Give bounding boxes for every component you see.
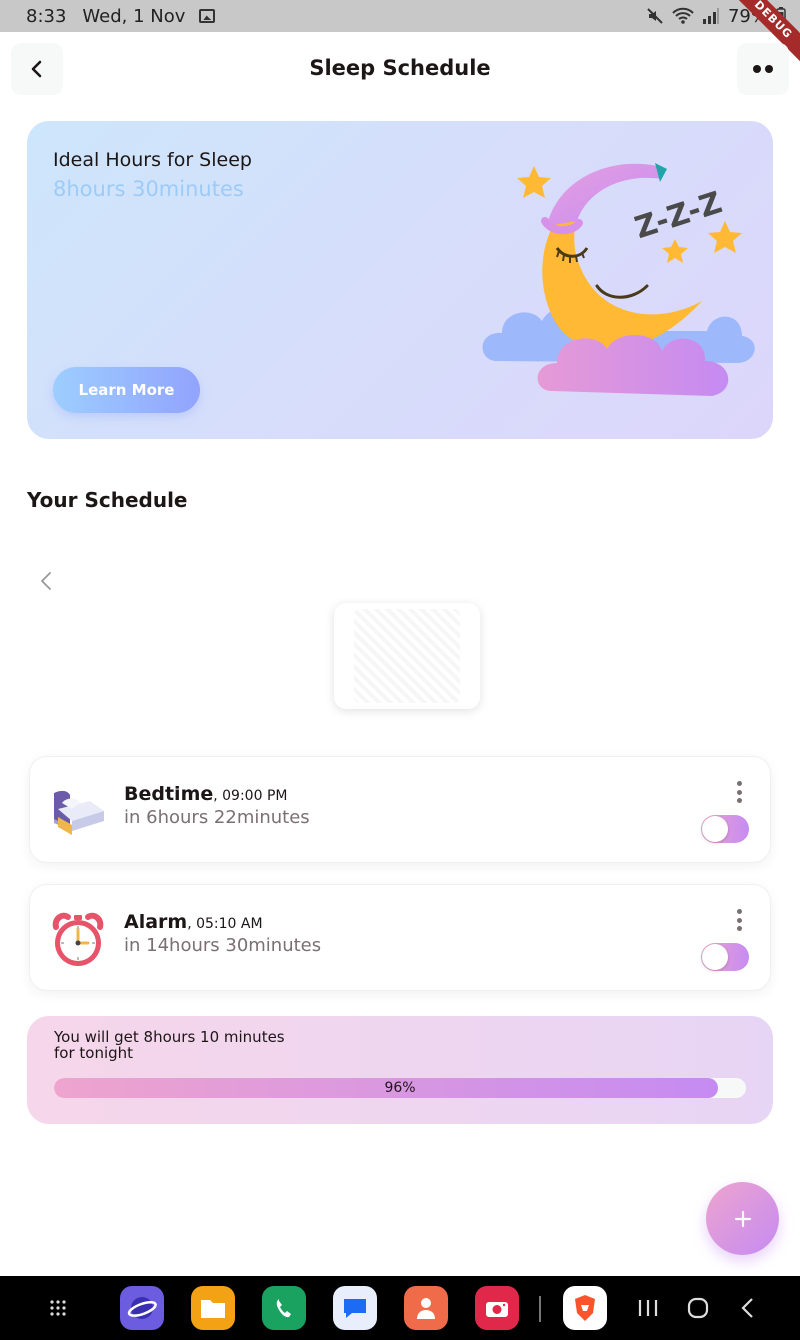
kebab-dot <box>736 917 742 923</box>
ideal-sleep-title: Ideal Hours for Sleep <box>53 149 252 171</box>
app-root: 8:33 Wed, 1 Nov 79% DEBUG Sleep Schedule… <box>0 0 800 1340</box>
kebab-dot <box>736 798 742 803</box>
sleeping-moon-illustration: Z-Z-Z <box>482 163 755 396</box>
apps-grid-button[interactable] <box>36 1286 80 1330</box>
kebab-dot <box>736 781 742 786</box>
two-dots-icon <box>753 65 773 73</box>
toggle-knob <box>702 816 728 842</box>
schedule-item-bedtime[interactable]: Bedtime, 09:00 PM in 6hours 22minutes <box>29 756 771 863</box>
learn-more-button[interactable]: Learn More <box>53 367 200 413</box>
gallery-notification-icon <box>199 9 216 23</box>
brave-browser-icon <box>575 1295 595 1321</box>
phone-app[interactable] <box>262 1286 306 1330</box>
ideal-sleep-banner: Ideal Hours for Sleep 8hours 30minutes L… <box>27 121 773 439</box>
home-icon <box>687 1297 709 1319</box>
status-time: 8:33 <box>26 5 67 27</box>
toggle-knob <box>702 944 728 970</box>
tonight-line-2: for tonight <box>54 1044 134 1062</box>
signal-icon <box>702 8 719 24</box>
navbar-separator <box>539 1296 541 1322</box>
contacts-app[interactable] <box>404 1286 448 1330</box>
sleep-progress-bar: 96% <box>54 1078 746 1098</box>
alarm-name: Alarm <box>124 911 188 933</box>
status-bar: 8:33 Wed, 1 Nov 79% DEBUG <box>0 0 800 66</box>
brave-browser-app[interactable] <box>563 1286 607 1330</box>
bedtime-toggle[interactable] <box>701 815 749 843</box>
bedtime-name: Bedtime <box>124 783 214 805</box>
recents-icon <box>638 1300 658 1316</box>
alarm-time: , 05:10 AM <box>187 916 263 932</box>
tonight-summary-card: You will get 8hours 10 minutes for tonig… <box>27 1016 773 1124</box>
kebab-dot <box>736 789 742 795</box>
more-options-button[interactable] <box>737 43 789 95</box>
status-date: Wed, 1 Nov <box>82 5 186 27</box>
samsung-internet-icon <box>127 1297 157 1319</box>
app-header: Sleep Schedule <box>0 42 800 98</box>
wifi-icon <box>672 7 694 24</box>
schedule-section-title: Your Schedule <box>27 488 188 512</box>
kebab-dot <box>736 909 742 914</box>
my-files-icon <box>201 1300 225 1318</box>
home-button[interactable] <box>676 1286 720 1330</box>
messages-app[interactable] <box>333 1286 377 1330</box>
apps-grid-icon <box>50 1300 66 1316</box>
alarm-label: Alarm, 05:10 AM <box>124 911 263 933</box>
camera-app[interactable] <box>475 1286 519 1330</box>
alarm-clock-icon <box>52 912 104 966</box>
samsung-internet-app[interactable] <box>120 1286 164 1330</box>
schedule-item-alarm[interactable]: Alarm, 05:10 AM in 14hours 30minutes <box>29 884 771 991</box>
calendar-day-placeholder <box>354 609 460 703</box>
bedtime-time: , 09:00 PM <box>213 788 288 804</box>
ideal-sleep-value: 8hours 30minutes <box>53 177 244 201</box>
bedtime-countdown: in 6hours 22minutes <box>124 807 310 828</box>
kebab-dot <box>736 926 742 931</box>
system-navigation-bar <box>0 1276 800 1340</box>
alarm-menu-button[interactable] <box>734 909 744 931</box>
calendar-day-card[interactable] <box>334 603 480 709</box>
recents-button[interactable] <box>626 1286 670 1330</box>
bedtime-menu-button[interactable] <box>734 781 744 803</box>
bedtime-label: Bedtime, 09:00 PM <box>124 783 287 805</box>
page-title: Sleep Schedule <box>309 56 491 80</box>
my-files-app[interactable] <box>191 1286 235 1330</box>
contacts-icon <box>417 1298 435 1319</box>
sleep-progress-label: 96% <box>384 1080 416 1096</box>
add-schedule-button[interactable] <box>706 1182 779 1255</box>
system-back-button[interactable] <box>726 1286 770 1330</box>
chevron-left-icon <box>41 572 51 590</box>
back-icon <box>741 1298 753 1318</box>
messages-icon <box>344 1299 366 1318</box>
alarm-countdown: in 14hours 30minutes <box>124 935 322 956</box>
bed-icon <box>54 790 104 835</box>
alarm-toggle[interactable] <box>701 943 749 971</box>
camera-icon <box>486 1302 508 1317</box>
zzz-text: Z-Z-Z <box>631 185 727 246</box>
phone-icon <box>276 1299 291 1318</box>
calendar-prev-button[interactable] <box>32 566 60 596</box>
plus-icon <box>734 1210 751 1227</box>
mute-icon <box>647 8 663 24</box>
